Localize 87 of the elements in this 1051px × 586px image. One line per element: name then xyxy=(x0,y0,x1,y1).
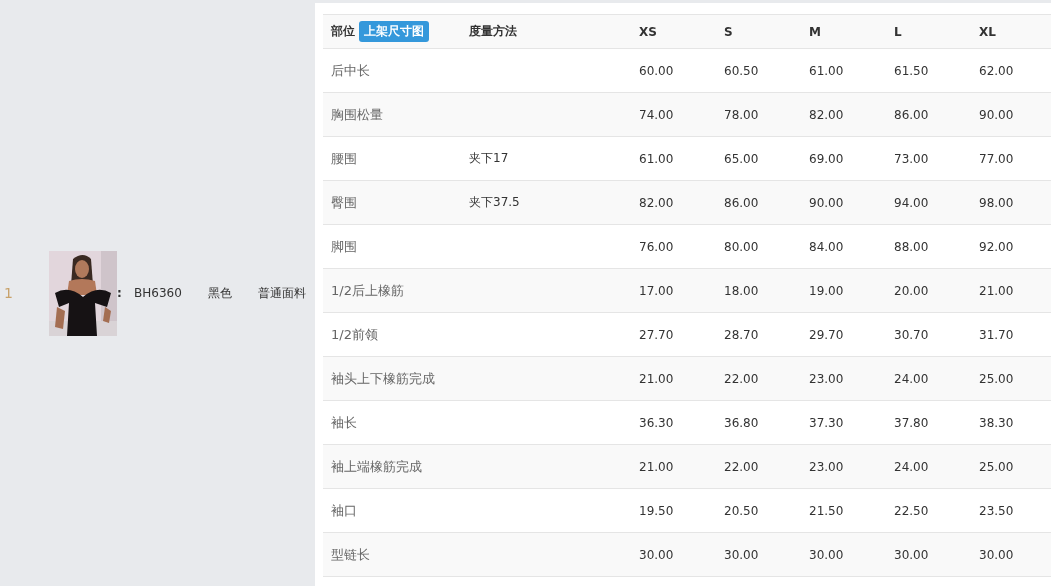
size-value: 24.00 xyxy=(894,459,929,474)
size-value: 61.00 xyxy=(639,151,674,166)
fabric-type: 普通面料 xyxy=(258,284,306,302)
part-name: 胸围松量 xyxy=(331,105,383,124)
size-value: 82.00 xyxy=(809,107,844,122)
size-value: 29.70 xyxy=(809,327,844,342)
part-name: 后中长 xyxy=(331,61,370,80)
column-header: S xyxy=(724,24,733,39)
size-value: 21.50 xyxy=(809,503,844,518)
part-name: 型链长 xyxy=(331,545,370,564)
size-value: 21.00 xyxy=(639,459,674,474)
product-code: BH6360 xyxy=(134,286,183,300)
size-value: 86.00 xyxy=(724,195,759,210)
size-value: 31.70 xyxy=(979,327,1014,342)
size-value: 30.00 xyxy=(894,547,929,562)
size-value: 86.00 xyxy=(894,107,929,122)
column-header: M xyxy=(809,24,821,39)
size-value: 30.00 xyxy=(809,547,844,562)
measure-method: 夹下17 xyxy=(469,150,509,167)
size-chart-button[interactable]: 上架尺寸图 xyxy=(359,21,429,42)
size-value: 90.00 xyxy=(979,107,1014,122)
size-value: 78.00 xyxy=(724,107,759,122)
part-name: 腰围 xyxy=(331,149,357,168)
size-value: 60.50 xyxy=(724,63,759,78)
size-value: 17.00 xyxy=(639,283,674,298)
part-name: 袖头上下橡筋完成 xyxy=(331,369,435,388)
size-value: 74.00 xyxy=(639,107,674,122)
size-value: 22.00 xyxy=(724,371,759,386)
size-value: 80.00 xyxy=(724,239,759,254)
size-value: 19.50 xyxy=(639,503,674,518)
size-value: 38.30 xyxy=(979,415,1014,430)
size-value: 25.00 xyxy=(979,459,1014,474)
part-name: 袖上端橡筋完成 xyxy=(331,457,422,476)
size-value: 18.00 xyxy=(724,283,759,298)
size-value: 20.00 xyxy=(894,283,929,298)
measure-method: 夹下37.5 xyxy=(469,194,520,211)
size-value: 37.80 xyxy=(894,415,929,430)
part-name: 1/2前领 xyxy=(331,325,378,344)
column-header: XL xyxy=(979,24,996,39)
size-value: 92.00 xyxy=(979,239,1014,254)
part-name: 1/2后上橡筋 xyxy=(331,281,404,300)
column-header: 度量方法 xyxy=(469,23,517,40)
size-value: 88.00 xyxy=(894,239,929,254)
size-value: 60.00 xyxy=(639,63,674,78)
size-value: 62.00 xyxy=(979,63,1014,78)
colon-mark: : xyxy=(117,286,123,300)
size-value: 61.50 xyxy=(894,63,929,78)
size-value: 23.50 xyxy=(979,503,1014,518)
size-value: 21.00 xyxy=(979,283,1014,298)
size-value: 19.00 xyxy=(809,283,844,298)
size-value: 23.00 xyxy=(809,371,844,386)
size-value: 61.00 xyxy=(809,63,844,78)
part-name: 脚围 xyxy=(331,237,357,256)
size-value: 24.00 xyxy=(894,371,929,386)
size-value: 76.00 xyxy=(639,239,674,254)
size-value: 28.70 xyxy=(724,327,759,342)
size-value: 90.00 xyxy=(809,195,844,210)
size-value: 30.70 xyxy=(894,327,929,342)
size-value: 69.00 xyxy=(809,151,844,166)
color-name: 黑色 xyxy=(208,284,233,302)
size-value: 84.00 xyxy=(809,239,844,254)
size-value: 30.00 xyxy=(639,547,674,562)
size-value: 20.50 xyxy=(724,503,759,518)
size-value: 30.00 xyxy=(724,547,759,562)
row-number: 1 xyxy=(3,285,14,301)
size-value: 22.50 xyxy=(894,503,929,518)
size-value: 82.00 xyxy=(639,195,674,210)
part-name: 臀围 xyxy=(331,193,357,212)
size-value: 21.00 xyxy=(639,371,674,386)
size-value: 22.00 xyxy=(724,459,759,474)
size-value: 36.30 xyxy=(639,415,674,430)
size-value: 36.80 xyxy=(724,415,759,430)
column-header: 部位 xyxy=(331,23,355,40)
size-value: 94.00 xyxy=(894,195,929,210)
size-value: 30.00 xyxy=(979,547,1014,562)
part-name: 袖口 xyxy=(331,501,357,520)
size-value: 27.70 xyxy=(639,327,674,342)
column-header: L xyxy=(894,24,902,39)
column-header: XS xyxy=(639,24,657,39)
size-value: 98.00 xyxy=(979,195,1014,210)
part-name: 袖长 xyxy=(331,413,357,432)
size-value: 23.00 xyxy=(809,459,844,474)
size-value: 77.00 xyxy=(979,151,1014,166)
size-value: 73.00 xyxy=(894,151,929,166)
size-value: 65.00 xyxy=(724,151,759,166)
size-value: 37.30 xyxy=(809,415,844,430)
size-value: 25.00 xyxy=(979,371,1014,386)
